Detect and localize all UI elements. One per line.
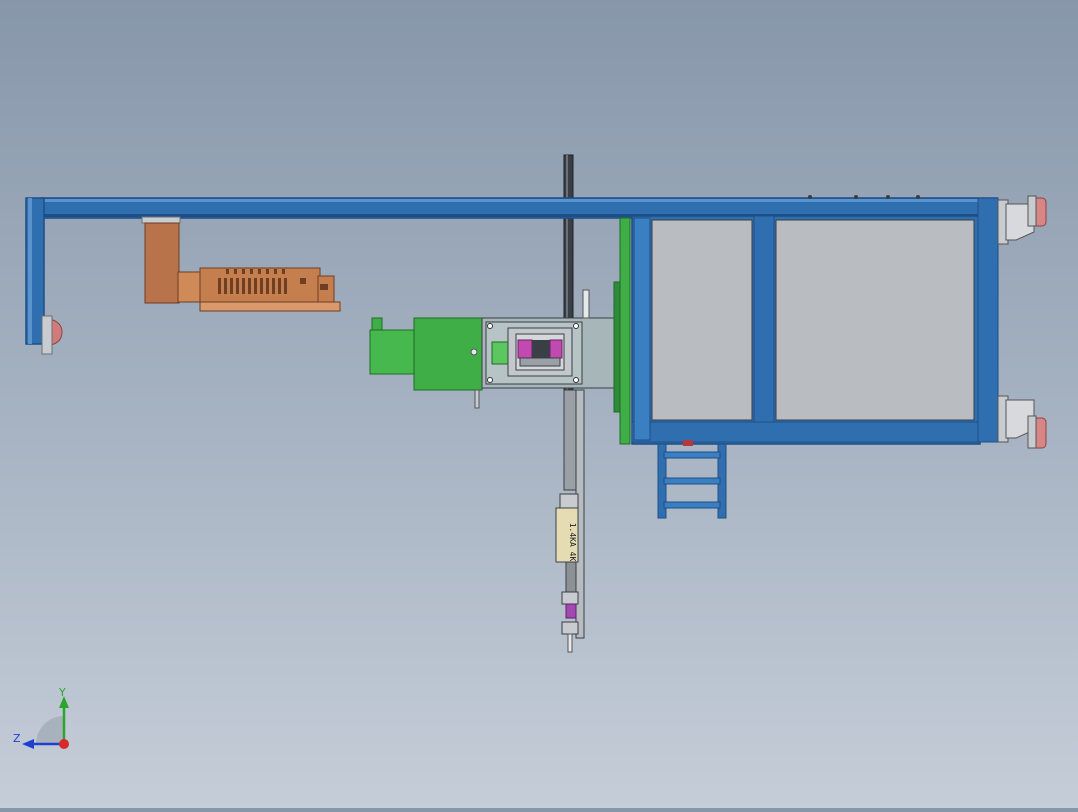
servo-motor[interactable]	[369, 317, 483, 409]
part-label: 1.4KA 4K	[568, 523, 577, 562]
cad-viewport[interactable]: 1.4KA 4K Y Z	[0, 0, 1078, 808]
gearbox-housing[interactable]	[481, 289, 615, 389]
linear-actuator[interactable]	[555, 389, 585, 653]
step-ladder[interactable]	[657, 443, 727, 519]
assembly-model[interactable]: 1.4KA 4K	[0, 0, 1078, 808]
coordinate-triad: Y Z	[10, 684, 80, 754]
left-post[interactable]	[25, 197, 63, 355]
top-beam[interactable]	[41, 195, 998, 219]
y-axis-label: Y	[58, 686, 66, 699]
caster-top[interactable]	[997, 195, 1047, 245]
copper-heatsink-assembly[interactable]	[141, 216, 341, 312]
cabinet-frame[interactable]	[631, 197, 999, 446]
caster-bottom[interactable]	[997, 395, 1047, 449]
z-axis-label: Z	[13, 732, 21, 745]
